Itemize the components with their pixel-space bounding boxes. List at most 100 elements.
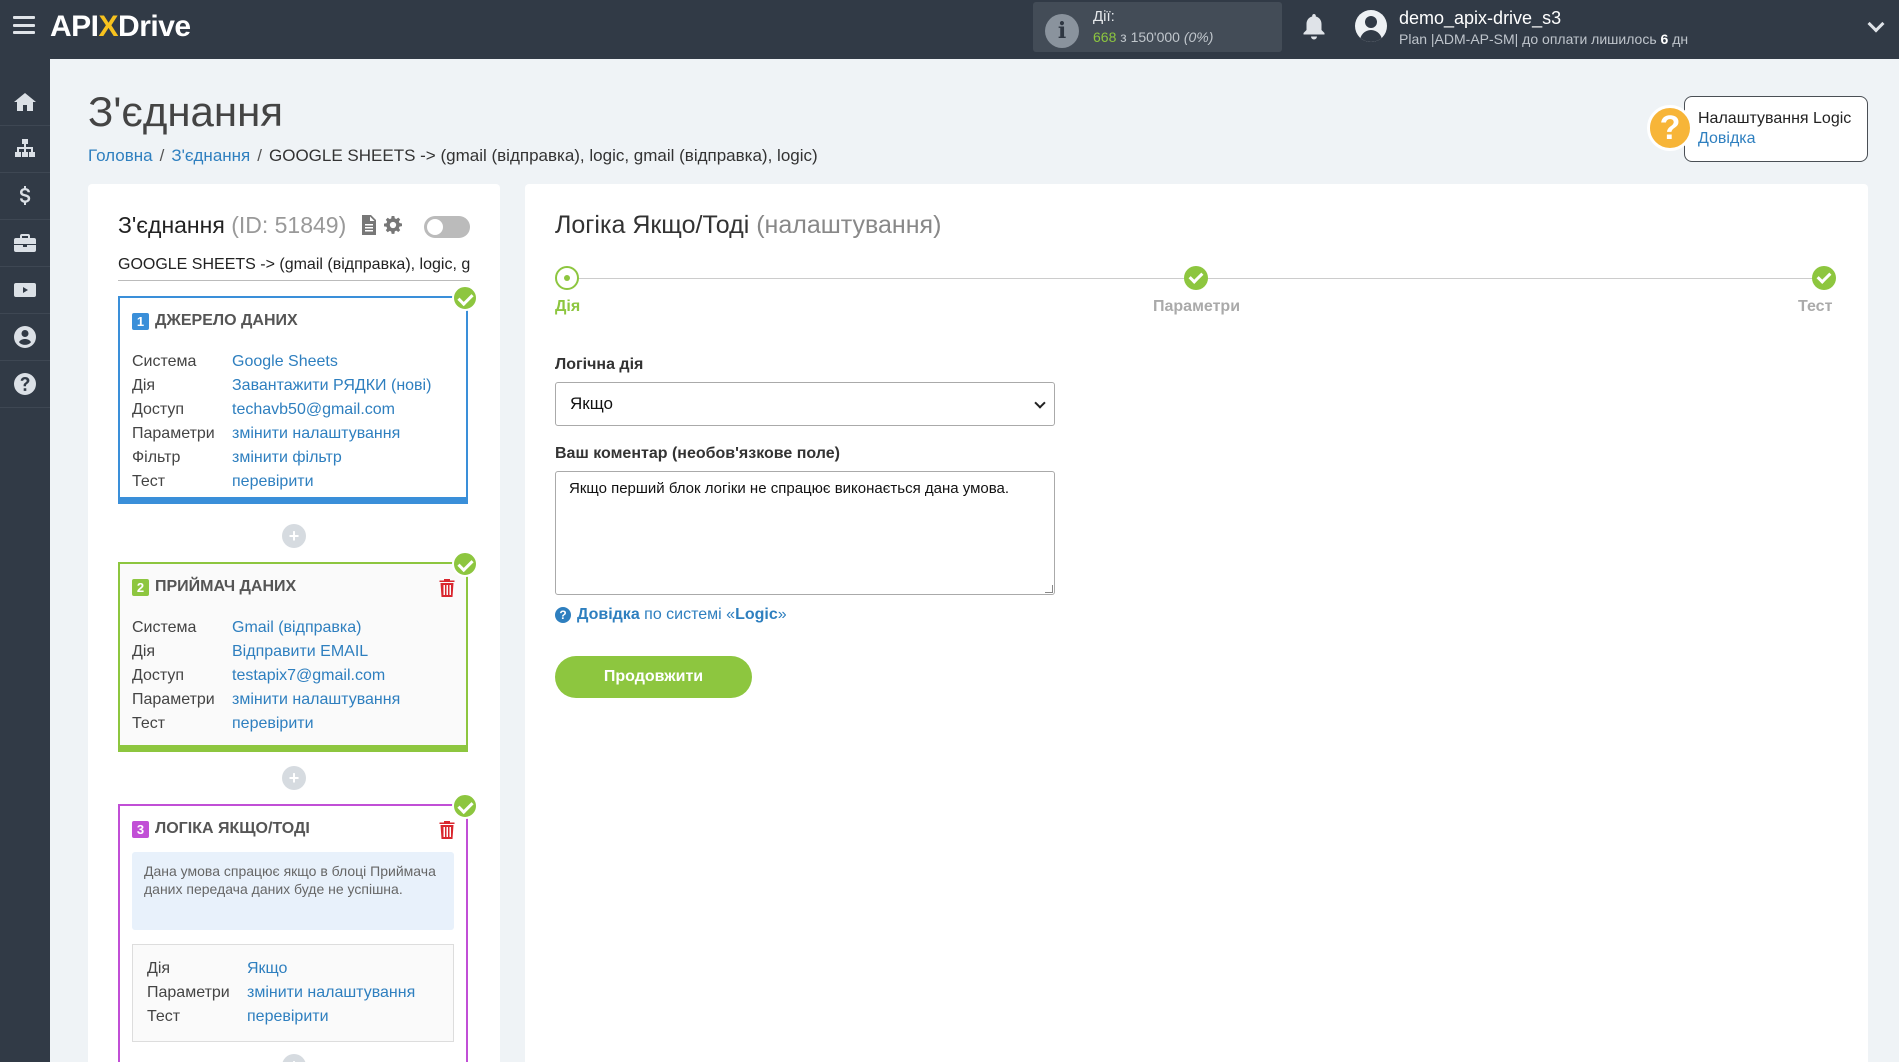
source-block: 1 ДЖЕРЕЛО ДАНИХ Система Google Sheets Дія З…: [118, 296, 468, 504]
block-row: Дія Відправити EMAIL: [132, 640, 400, 664]
logo[interactable]: APIXDrive: [50, 10, 191, 44]
question-circle-icon: [14, 373, 36, 395]
receiver-access-link[interactable]: testapix7@gmail.com: [232, 664, 385, 688]
breadcrumb: Головна / З'єднання / GOOGLE SHEETS -> (gmai…: [88, 146, 818, 165]
sidebar-item-projects[interactable]: [0, 220, 50, 267]
bell-icon[interactable]: [1302, 14, 1326, 40]
help-title: Налаштування Logic: [1698, 110, 1852, 127]
resize-handle[interactable]: [1045, 585, 1053, 593]
gear-icon[interactable]: [384, 215, 402, 235]
comment-label: Ваш коментар (необов'язкове поле): [555, 445, 840, 462]
sidebar: [0, 59, 50, 1062]
trash-icon[interactable]: [439, 821, 455, 839]
logic-params-link[interactable]: змінити налаштування: [247, 981, 415, 1005]
block-row: Тест перевірити: [147, 1005, 415, 1029]
block-row: Параметри змінити налаштування: [132, 422, 431, 446]
logic-test-link[interactable]: перевірити: [247, 1005, 329, 1029]
block-row: Доступ testapix7@gmail.com: [132, 664, 400, 688]
logic-action-label: Логічна дія: [555, 356, 644, 373]
source-test-link[interactable]: перевірити: [232, 470, 314, 494]
user-name[interactable]: demo_apix-drive_s3: [1399, 8, 1561, 29]
block-row: Фільтр змінити фільтр: [132, 446, 431, 470]
home-icon: [14, 93, 36, 111]
continue-button[interactable]: Продовжити: [555, 656, 752, 698]
sidebar-item-billing[interactable]: [0, 173, 50, 220]
source-system-link[interactable]: Google Sheets: [232, 350, 338, 374]
chevron-down-icon: [1034, 397, 1046, 409]
source-block-header: 1 ДЖЕРЕЛО ДАНИХ: [132, 312, 298, 330]
actions-count: 668 з 150'000 (0%): [1093, 29, 1214, 45]
add-block-button[interactable]: +: [282, 766, 306, 790]
check-icon: [452, 285, 478, 311]
step-label-params[interactable]: Параметри: [1153, 298, 1240, 316]
actions-label: Дії:: [1093, 8, 1115, 25]
block-row: Тест перевірити: [132, 470, 431, 494]
avatar[interactable]: [1355, 10, 1387, 42]
block-row: Доступ techavb50@gmail.com: [132, 398, 431, 422]
sitemap-icon: [15, 139, 35, 157]
block-row: Дія Якщо: [147, 957, 415, 981]
dollar-icon: [20, 186, 31, 205]
connection-name[interactable]: GOOGLE SHEETS -> (gmail (відправка), log…: [118, 256, 470, 281]
stepper: Дія Параметри Тест: [555, 266, 1837, 316]
check-icon: [452, 793, 478, 819]
actions-counter: i Дії: 668 з 150'000 (0%): [1033, 2, 1282, 52]
logic-details: Дія Якщо Параметри змінити налаштування Те…: [132, 944, 454, 1042]
connection-panel: З'єднання (ID: 51849) GOOGLE SHEETS -> (…: [88, 184, 500, 1062]
logic-action-select[interactable]: Якщо: [555, 382, 1055, 426]
logic-note: Дана умова спрацює якщо в блоці Приймача…: [132, 852, 454, 930]
connection-title: З'єднання (ID: 51849): [118, 212, 347, 238]
plan-info: Plan |ADM-AP-SM| до оплати лишилось 6 дн: [1399, 31, 1689, 47]
sidebar-item-connections[interactable]: [0, 126, 50, 173]
source-params-link[interactable]: змінити налаштування: [232, 422, 400, 446]
sidebar-item-home[interactable]: [0, 79, 50, 126]
receiver-system-link[interactable]: Gmail (відправка): [232, 616, 361, 640]
sidebar-item-video[interactable]: [0, 267, 50, 314]
question-circle-icon: ?: [555, 607, 571, 623]
block-row: Параметри змінити налаштування: [132, 688, 400, 712]
comment-textarea[interactable]: Якщо перший блок логіки не спрацює викон…: [555, 471, 1055, 595]
connection-toggle[interactable]: [424, 216, 470, 238]
logic-settings-title: Логіка Якщо/Тоді (налаштування): [555, 211, 942, 239]
info-icon: i: [1045, 14, 1079, 48]
logic-block: 3 ЛОГІКА ЯКЩО/ТОДІ Дана умова спрацює якщ…: [118, 804, 468, 1062]
block-row: Параметри змінити налаштування: [147, 981, 415, 1005]
receiver-block-header: 2 ПРИЙМАЧ ДАНИХ: [132, 578, 296, 596]
question-icon: ?: [1647, 105, 1693, 151]
briefcase-icon: [14, 234, 36, 252]
step-dot-test[interactable]: [1812, 266, 1836, 290]
help-link[interactable]: Довідка: [1698, 130, 1867, 148]
block-row: Дія Завантажити РЯДКИ (нові): [132, 374, 431, 398]
block-row: Система Gmail (відправка): [132, 616, 400, 640]
source-action-link[interactable]: Завантажити РЯДКИ (нові): [232, 374, 431, 398]
trash-icon[interactable]: [439, 579, 455, 597]
receiver-block: 2 ПРИЙМАЧ ДАНИХ Система Gmail (відправка) …: [118, 562, 468, 752]
check-icon: [452, 551, 478, 577]
document-icon[interactable]: [360, 215, 378, 235]
step-label-test[interactable]: Тест: [1798, 298, 1832, 316]
step-dot-action[interactable]: [555, 266, 579, 290]
step-dot-params[interactable]: [1184, 266, 1208, 290]
source-filter-link[interactable]: змінити фільтр: [232, 446, 342, 470]
receiver-action-link[interactable]: Відправити EMAIL: [232, 640, 368, 664]
block-row: Тест перевірити: [132, 712, 400, 736]
receiver-params-link[interactable]: змінити налаштування: [232, 688, 400, 712]
breadcrumb-home[interactable]: Головна: [88, 146, 153, 165]
step-label-action[interactable]: Дія: [555, 298, 580, 316]
help-system-link[interactable]: ? Довідка по системі «Logic»: [555, 606, 787, 624]
user-circle-icon: [14, 326, 36, 348]
breadcrumb-connections[interactable]: З'єднання: [171, 146, 250, 165]
receiver-test-link[interactable]: перевірити: [232, 712, 314, 736]
sidebar-item-help[interactable]: [0, 361, 50, 408]
logic-action-link[interactable]: Якщо: [247, 957, 287, 981]
top-bar: APIXDrive i Дії: 668 з 150'000 (0%) demo…: [0, 0, 1899, 59]
logic-settings-panel: Логіка Якщо/Тоді (налаштування) Дія Пара…: [525, 184, 1868, 1062]
menu-icon[interactable]: [13, 16, 35, 34]
add-block-button[interactable]: +: [282, 524, 306, 548]
page-title: З'єднання: [88, 88, 284, 135]
logic-block-header: 3 ЛОГІКА ЯКЩО/ТОДІ: [132, 820, 310, 838]
source-access-link[interactable]: techavb50@gmail.com: [232, 398, 395, 422]
chevron-down-icon[interactable]: [1867, 15, 1885, 33]
sidebar-item-account[interactable]: [0, 314, 50, 361]
youtube-icon: [14, 283, 36, 297]
